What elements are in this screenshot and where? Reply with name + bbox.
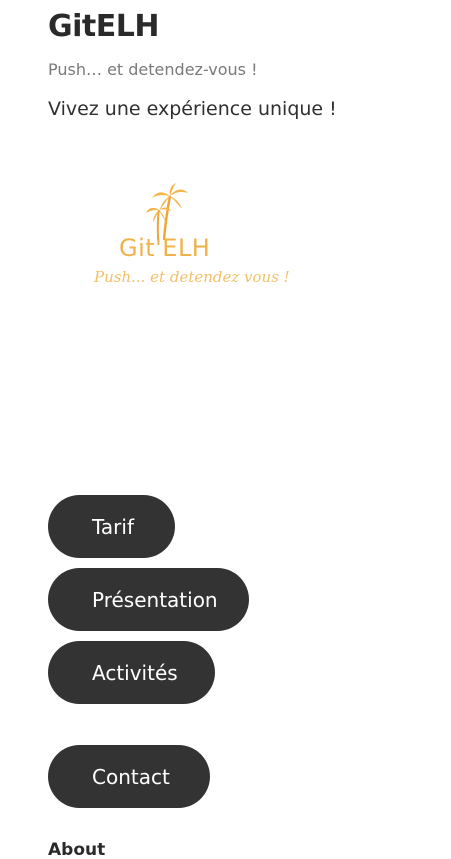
- nav-presentation-button[interactable]: Présentation: [48, 568, 249, 631]
- logo-script: Push... et detendez vous !: [94, 268, 290, 286]
- palm-tree-icon: [146, 183, 188, 241]
- page: GitELH Push… et detendez-vous ! Vivez un…: [0, 0, 451, 859]
- nav-activites-button[interactable]: Activités: [48, 641, 215, 704]
- about-heading: About: [48, 840, 106, 859]
- site-tagline: Push… et detendez-vous !: [48, 60, 258, 79]
- site-logo: Git'ELH Push... et detendez vous !: [88, 182, 290, 304]
- logo-name: Git'ELH: [119, 234, 211, 262]
- site-title[interactable]: GitELH: [48, 9, 159, 44]
- site-lead: Vivez une expérience unique !: [48, 98, 337, 120]
- nav-tarif-button[interactable]: Tarif: [48, 495, 175, 558]
- nav-contact-button[interactable]: Contact: [48, 745, 210, 808]
